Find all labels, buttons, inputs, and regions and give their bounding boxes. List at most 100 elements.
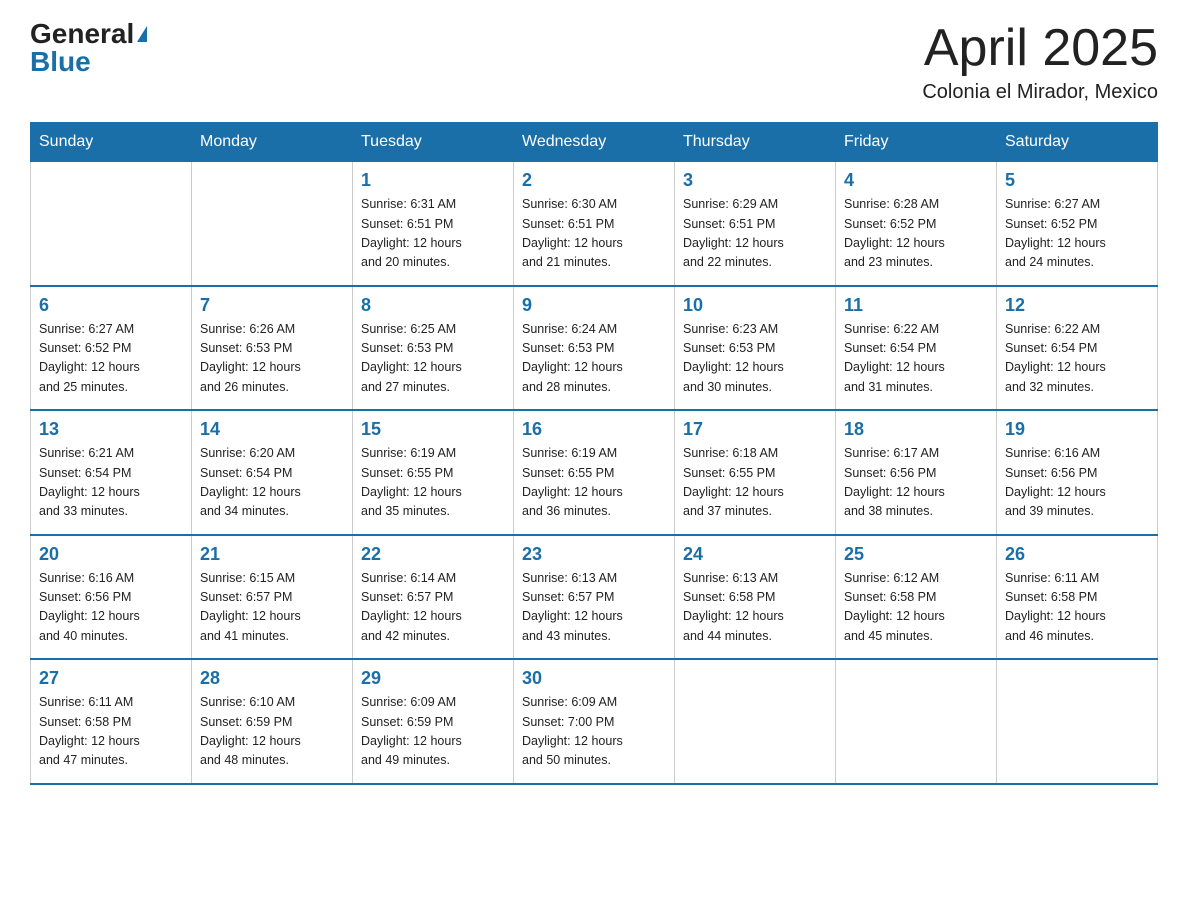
logo-general-text: General <box>30 20 134 48</box>
calendar-week-row: 1 Sunrise: 6:31 AM Sunset: 6:51 PM Daylig… <box>31 162 1158 286</box>
weekday-header-thursday: Thursday <box>675 123 836 162</box>
calendar-week-row: 20 Sunrise: 6:16 AM Sunset: 6:56 PM Dayli… <box>31 535 1158 660</box>
calendar-cell: 11 Sunrise: 6:22 AM Sunset: 6:54 PM Dayli… <box>836 286 997 411</box>
calendar-week-row: 27Sunrise: 6:11 AM Sunset: 6:58 PM Dayli… <box>31 659 1158 784</box>
logo: General Blue <box>30 20 147 76</box>
day-number: 21 <box>200 544 344 565</box>
day-number: 5 <box>1005 170 1149 191</box>
calendar-cell: 7 Sunrise: 6:26 AM Sunset: 6:53 PM Daylig… <box>192 286 353 411</box>
month-title: April 2025 <box>922 20 1158 77</box>
calendar-cell: 24 Sunrise: 6:13 AM Sunset: 6:58 PM Dayli… <box>675 535 836 660</box>
day-number: 27 <box>39 668 183 689</box>
day-info: Sunrise: 6:20 AM Sunset: 6:54 PM Dayligh… <box>200 444 344 522</box>
calendar-cell: 19 Sunrise: 6:16 AM Sunset: 6:56 PM Dayli… <box>997 410 1158 535</box>
day-number: 15 <box>361 419 505 440</box>
calendar-cell <box>836 659 997 784</box>
weekday-header-monday: Monday <box>192 123 353 162</box>
calendar-cell: 9 Sunrise: 6:24 AM Sunset: 6:53 PM Daylig… <box>514 286 675 411</box>
day-number: 23 <box>522 544 666 565</box>
day-number: 28 <box>200 668 344 689</box>
day-info: Sunrise: 6:09 AM Sunset: 6:59 PM Dayligh… <box>361 693 505 771</box>
day-info: Sunrise: 6:22 AM Sunset: 6:54 PM Dayligh… <box>1005 320 1149 398</box>
day-info: Sunrise: 6:13 AM Sunset: 6:58 PM Dayligh… <box>683 569 827 647</box>
day-number: 26 <box>1005 544 1149 565</box>
calendar-cell: 15 Sunrise: 6:19 AM Sunset: 6:55 PM Dayli… <box>353 410 514 535</box>
day-info: Sunrise: 6:23 AM Sunset: 6:53 PM Dayligh… <box>683 320 827 398</box>
calendar-cell: 5 Sunrise: 6:27 AM Sunset: 6:52 PM Daylig… <box>997 162 1158 286</box>
day-number: 16 <box>522 419 666 440</box>
day-info: Sunrise: 6:15 AM Sunset: 6:57 PM Dayligh… <box>200 569 344 647</box>
day-number: 11 <box>844 295 988 316</box>
title-block: April 2025 Colonia el Mirador, Mexico <box>922 20 1158 104</box>
day-number: 14 <box>200 419 344 440</box>
weekday-header-saturday: Saturday <box>997 123 1158 162</box>
day-info: Sunrise: 6:19 AM Sunset: 6:55 PM Dayligh… <box>361 444 505 522</box>
day-info: Sunrise: 6:14 AM Sunset: 6:57 PM Dayligh… <box>361 569 505 647</box>
day-number: 9 <box>522 295 666 316</box>
weekday-header-sunday: Sunday <box>31 123 192 162</box>
day-info: Sunrise: 6:21 AM Sunset: 6:54 PM Dayligh… <box>39 444 183 522</box>
day-number: 1 <box>361 170 505 191</box>
day-info: Sunrise: 6:24 AM Sunset: 6:53 PM Dayligh… <box>522 320 666 398</box>
calendar-cell: 16Sunrise: 6:19 AM Sunset: 6:55 PM Dayli… <box>514 410 675 535</box>
calendar-cell <box>192 162 353 286</box>
calendar-cell: 22 Sunrise: 6:14 AM Sunset: 6:57 PM Dayli… <box>353 535 514 660</box>
day-number: 6 <box>39 295 183 316</box>
day-info: Sunrise: 6:10 AM Sunset: 6:59 PM Dayligh… <box>200 693 344 771</box>
page-header: General Blue April 2025 Colonia el Mirad… <box>30 20 1158 104</box>
day-number: 7 <box>200 295 344 316</box>
day-info: Sunrise: 6:17 AM Sunset: 6:56 PM Dayligh… <box>844 444 988 522</box>
calendar-cell: 30Sunrise: 6:09 AM Sunset: 7:00 PM Dayli… <box>514 659 675 784</box>
calendar-cell: 12 Sunrise: 6:22 AM Sunset: 6:54 PM Dayli… <box>997 286 1158 411</box>
day-info: Sunrise: 6:22 AM Sunset: 6:54 PM Dayligh… <box>844 320 988 398</box>
day-info: Sunrise: 6:31 AM Sunset: 6:51 PM Dayligh… <box>361 195 505 273</box>
calendar-cell: 3Sunrise: 6:29 AM Sunset: 6:51 PM Daylig… <box>675 162 836 286</box>
location-label: Colonia el Mirador, Mexico <box>922 81 1158 104</box>
calendar-cell: 8 Sunrise: 6:25 AM Sunset: 6:53 PM Daylig… <box>353 286 514 411</box>
calendar-cell: 13 Sunrise: 6:21 AM Sunset: 6:54 PM Dayli… <box>31 410 192 535</box>
calendar-week-row: 6Sunrise: 6:27 AM Sunset: 6:52 PM Daylig… <box>31 286 1158 411</box>
day-number: 18 <box>844 419 988 440</box>
calendar-cell: 2 Sunrise: 6:30 AM Sunset: 6:51 PM Daylig… <box>514 162 675 286</box>
day-number: 20 <box>39 544 183 565</box>
weekday-header-wednesday: Wednesday <box>514 123 675 162</box>
calendar-cell: 4Sunrise: 6:28 AM Sunset: 6:52 PM Daylig… <box>836 162 997 286</box>
calendar-cell: 21 Sunrise: 6:15 AM Sunset: 6:57 PM Dayli… <box>192 535 353 660</box>
day-number: 24 <box>683 544 827 565</box>
day-number: 8 <box>361 295 505 316</box>
calendar-cell <box>997 659 1158 784</box>
day-info: Sunrise: 6:11 AM Sunset: 6:58 PM Dayligh… <box>1005 569 1149 647</box>
day-info: Sunrise: 6:16 AM Sunset: 6:56 PM Dayligh… <box>1005 444 1149 522</box>
day-number: 13 <box>39 419 183 440</box>
day-number: 29 <box>361 668 505 689</box>
calendar-week-row: 13 Sunrise: 6:21 AM Sunset: 6:54 PM Dayli… <box>31 410 1158 535</box>
day-info: Sunrise: 6:27 AM Sunset: 6:52 PM Dayligh… <box>1005 195 1149 273</box>
calendar-cell: 20 Sunrise: 6:16 AM Sunset: 6:56 PM Dayli… <box>31 535 192 660</box>
day-info: Sunrise: 6:30 AM Sunset: 6:51 PM Dayligh… <box>522 195 666 273</box>
day-info: Sunrise: 6:25 AM Sunset: 6:53 PM Dayligh… <box>361 320 505 398</box>
day-info: Sunrise: 6:18 AM Sunset: 6:55 PM Dayligh… <box>683 444 827 522</box>
day-number: 17 <box>683 419 827 440</box>
weekday-header-tuesday: Tuesday <box>353 123 514 162</box>
weekday-header-friday: Friday <box>836 123 997 162</box>
calendar-cell: 27Sunrise: 6:11 AM Sunset: 6:58 PM Dayli… <box>31 659 192 784</box>
day-number: 12 <box>1005 295 1149 316</box>
day-number: 10 <box>683 295 827 316</box>
logo-blue-text: Blue <box>30 48 91 76</box>
day-info: Sunrise: 6:12 AM Sunset: 6:58 PM Dayligh… <box>844 569 988 647</box>
calendar-cell: 18 Sunrise: 6:17 AM Sunset: 6:56 PM Dayli… <box>836 410 997 535</box>
day-info: Sunrise: 6:26 AM Sunset: 6:53 PM Dayligh… <box>200 320 344 398</box>
day-number: 19 <box>1005 419 1149 440</box>
calendar-cell: 17 Sunrise: 6:18 AM Sunset: 6:55 PM Dayli… <box>675 410 836 535</box>
day-number: 2 <box>522 170 666 191</box>
day-number: 4 <box>844 170 988 191</box>
calendar-table: SundayMondayTuesdayWednesdayThursdayFrid… <box>30 122 1158 785</box>
day-number: 22 <box>361 544 505 565</box>
day-number: 25 <box>844 544 988 565</box>
day-info: Sunrise: 6:13 AM Sunset: 6:57 PM Dayligh… <box>522 569 666 647</box>
day-info: Sunrise: 6:16 AM Sunset: 6:56 PM Dayligh… <box>39 569 183 647</box>
day-info: Sunrise: 6:09 AM Sunset: 7:00 PM Dayligh… <box>522 693 666 771</box>
calendar-cell: 25 Sunrise: 6:12 AM Sunset: 6:58 PM Dayli… <box>836 535 997 660</box>
calendar-cell <box>31 162 192 286</box>
day-info: Sunrise: 6:29 AM Sunset: 6:51 PM Dayligh… <box>683 195 827 273</box>
